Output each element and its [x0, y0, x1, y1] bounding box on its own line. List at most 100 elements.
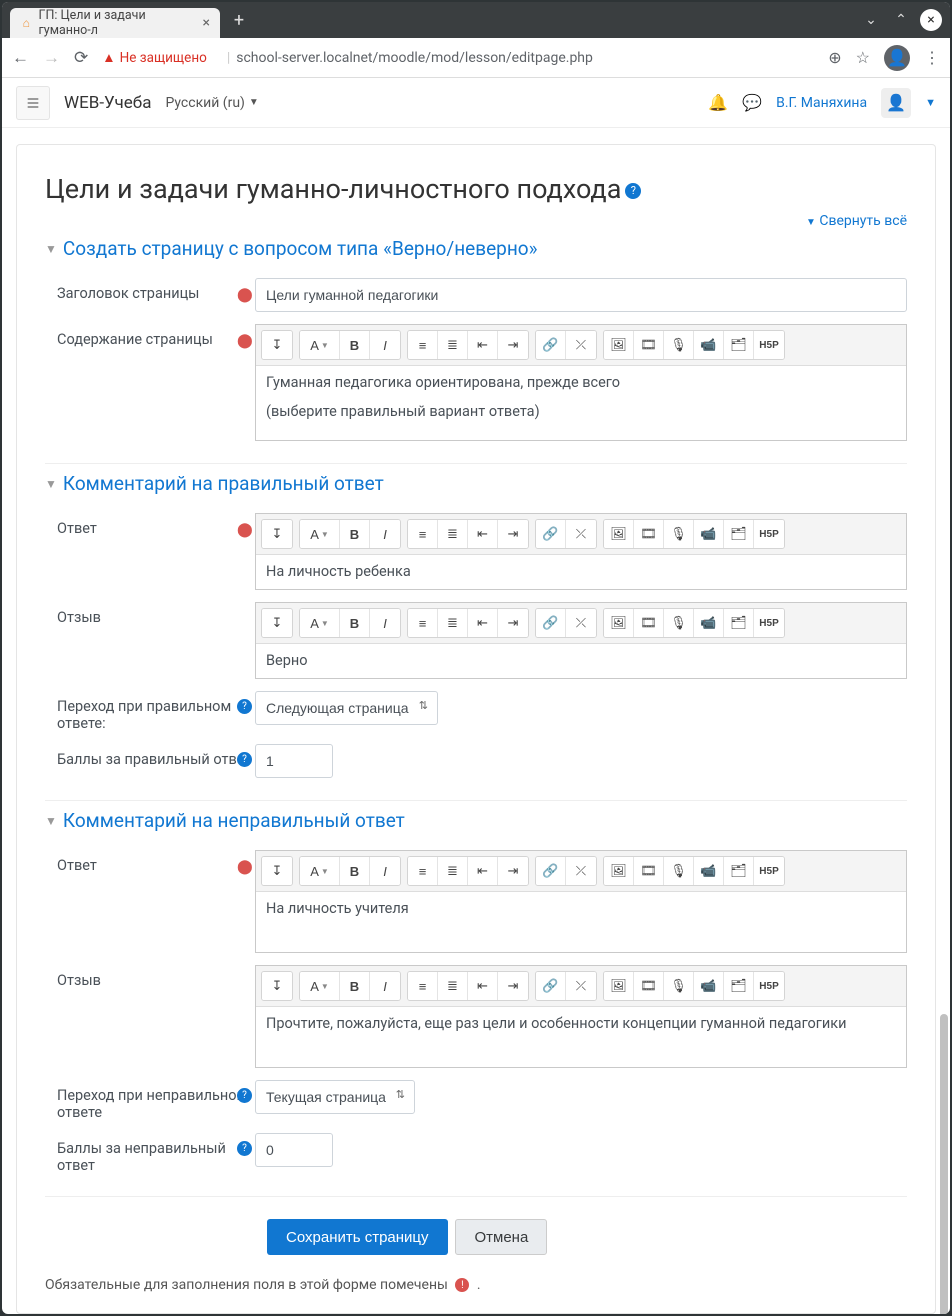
toolbar-media-icon[interactable]: 🎞	[634, 972, 664, 1000]
toolbar-unlink-icon[interactable]: ⤫	[566, 520, 596, 548]
browser-menu-icon[interactable]: ⋮	[924, 48, 940, 67]
toolbar-ul-icon[interactable]: ≡	[408, 520, 438, 548]
toolbar-indent-icon[interactable]: ⇥	[498, 609, 528, 637]
toolbar-video-icon[interactable]: 📹	[694, 520, 724, 548]
toolbar-ol-icon[interactable]: ≣	[438, 331, 468, 359]
page-title-input[interactable]	[255, 278, 907, 312]
toolbar-image-icon[interactable]: 🖼	[604, 609, 634, 637]
toolbar-expand-icon[interactable]: ↧	[262, 972, 292, 1000]
tab-close-icon[interactable]: ×	[203, 15, 210, 31]
toolbar-image-icon[interactable]: 🖼	[604, 972, 634, 1000]
toolbar-paragraph-icon[interactable]: A▼	[300, 609, 340, 637]
toolbar-outdent-icon[interactable]: ⇤	[468, 857, 498, 885]
toolbar-outdent-icon[interactable]: ⇤	[468, 520, 498, 548]
toolbar-paragraph-icon[interactable]: A▼	[300, 331, 340, 359]
toolbar-paragraph-icon[interactable]: A▼	[300, 520, 340, 548]
toolbar-link-icon[interactable]: 🔗	[536, 857, 566, 885]
toolbar-bold-icon[interactable]: B	[340, 520, 370, 548]
help-icon[interactable]: ?	[237, 1141, 252, 1156]
toolbar-indent-icon[interactable]: ⇥	[498, 972, 528, 1000]
toolbar-italic-icon[interactable]: I	[370, 520, 400, 548]
toolbar-expand-icon[interactable]: ↧	[262, 609, 292, 637]
toolbar-bold-icon[interactable]: B	[340, 857, 370, 885]
toolbar-mic-icon[interactable]: 🎙	[664, 972, 694, 1000]
zoom-icon[interactable]: ⊕	[828, 48, 841, 67]
back-icon[interactable]: ←	[12, 48, 29, 68]
toolbar-mic-icon[interactable]: 🎙	[664, 857, 694, 885]
section-toggle-question[interactable]: ▼ Создать страницу с вопросом типа «Верн…	[45, 237, 907, 260]
toolbar-link-icon[interactable]: 🔗	[536, 609, 566, 637]
user-menu-link[interactable]: В.Г. Маняхина	[776, 95, 867, 111]
toolbar-unlink-icon[interactable]: ⤫	[566, 331, 596, 359]
toolbar-media-icon[interactable]: 🎞	[634, 520, 664, 548]
toolbar-media-icon[interactable]: 🎞	[634, 857, 664, 885]
toolbar-mic-icon[interactable]: 🎙	[664, 609, 694, 637]
feedback1-editor-body[interactable]: Верно	[256, 644, 906, 678]
toolbar-ul-icon[interactable]: ≡	[408, 331, 438, 359]
toolbar-unlink-icon[interactable]: ⤫	[566, 609, 596, 637]
toolbar-files-icon[interactable]: 🗂	[724, 857, 754, 885]
jump-wrong-select[interactable]: Текущая страница	[255, 1080, 415, 1114]
toolbar-italic-icon[interactable]: I	[370, 972, 400, 1000]
toolbar-link-icon[interactable]: 🔗	[536, 972, 566, 1000]
toolbar-image-icon[interactable]: 🖼	[604, 857, 634, 885]
toolbar-video-icon[interactable]: 📹	[694, 331, 724, 359]
content-editor-body[interactable]: Гуманная педагогика ориентирована, прежд…	[256, 366, 906, 440]
toolbar-ul-icon[interactable]: ≡	[408, 857, 438, 885]
toolbar-video-icon[interactable]: 📹	[694, 609, 724, 637]
toolbar-outdent-icon[interactable]: ⇤	[468, 972, 498, 1000]
toolbar-h5p-icon[interactable]: H5P	[754, 609, 784, 637]
toolbar-ul-icon[interactable]: ≡	[408, 972, 438, 1000]
toolbar-ol-icon[interactable]: ≣	[438, 609, 468, 637]
toolbar-ol-icon[interactable]: ≣	[438, 972, 468, 1000]
toolbar-expand-icon[interactable]: ↧	[262, 331, 292, 359]
forward-icon[interactable]: →	[43, 48, 60, 68]
messages-icon[interactable]: 💬	[742, 93, 762, 112]
toolbar-video-icon[interactable]: 📹	[694, 857, 724, 885]
window-close-icon[interactable]: ×	[920, 9, 942, 31]
toolbar-link-icon[interactable]: 🔗	[536, 331, 566, 359]
toolbar-link-icon[interactable]: 🔗	[536, 520, 566, 548]
toolbar-unlink-icon[interactable]: ⤫	[566, 857, 596, 885]
profile-avatar-icon[interactable]: 👤	[884, 45, 910, 71]
bookmark-icon[interactable]: ☆	[856, 48, 870, 67]
toolbar-indent-icon[interactable]: ⇥	[498, 857, 528, 885]
toolbar-expand-icon[interactable]: ↧	[262, 857, 292, 885]
not-secure-indicator[interactable]: ▲ Не защищено	[102, 50, 207, 66]
toolbar-files-icon[interactable]: 🗂	[724, 609, 754, 637]
help-icon[interactable]: ?	[625, 183, 641, 199]
window-minimize-icon[interactable]: ⌄	[860, 9, 882, 31]
toolbar-mic-icon[interactable]: 🎙	[664, 520, 694, 548]
toolbar-mic-icon[interactable]: 🎙	[664, 331, 694, 359]
score-correct-input[interactable]	[255, 744, 333, 778]
toolbar-paragraph-icon[interactable]: A▼	[300, 972, 340, 1000]
toolbar-files-icon[interactable]: 🗂	[724, 972, 754, 1000]
toolbar-ol-icon[interactable]: ≣	[438, 520, 468, 548]
section-toggle-correct[interactable]: ▼ Комментарий на правильный ответ	[45, 472, 907, 495]
scrollbar-thumb[interactable]	[940, 1014, 948, 1314]
feedback2-editor-body[interactable]: Прочтите, пожалуйста, еще раз цели и осо…	[256, 1007, 906, 1067]
answer2-editor-body[interactable]: На личность учителя	[256, 892, 906, 952]
cancel-button[interactable]: Отмена	[455, 1219, 547, 1255]
toolbar-h5p-icon[interactable]: H5P	[754, 972, 784, 1000]
browser-tab[interactable]: ⌂ ГП: Цели и задачи гуманно-л ×	[10, 8, 220, 38]
language-selector[interactable]: Русский (ru) ▼	[165, 95, 258, 111]
toolbar-image-icon[interactable]: 🖼	[604, 520, 634, 548]
toolbar-italic-icon[interactable]: I	[370, 331, 400, 359]
toolbar-unlink-icon[interactable]: ⤫	[566, 972, 596, 1000]
toolbar-bold-icon[interactable]: B	[340, 331, 370, 359]
toolbar-h5p-icon[interactable]: H5P	[754, 857, 784, 885]
user-avatar-icon[interactable]: 👤	[881, 88, 911, 118]
toolbar-image-icon[interactable]: 🖼	[604, 331, 634, 359]
help-icon[interactable]: ?	[237, 699, 252, 714]
toolbar-italic-icon[interactable]: I	[370, 857, 400, 885]
toolbar-media-icon[interactable]: 🎞	[634, 331, 664, 359]
toolbar-h5p-icon[interactable]: H5P	[754, 331, 784, 359]
toolbar-italic-icon[interactable]: I	[370, 609, 400, 637]
toolbar-outdent-icon[interactable]: ⇤	[468, 609, 498, 637]
toolbar-media-icon[interactable]: 🎞	[634, 609, 664, 637]
toolbar-files-icon[interactable]: 🗂	[724, 331, 754, 359]
window-maximize-icon[interactable]: ⌃	[890, 9, 912, 31]
section-toggle-wrong[interactable]: ▼ Комментарий на неправильный ответ	[45, 809, 907, 832]
jump-correct-select[interactable]: Следующая страница	[255, 691, 438, 725]
